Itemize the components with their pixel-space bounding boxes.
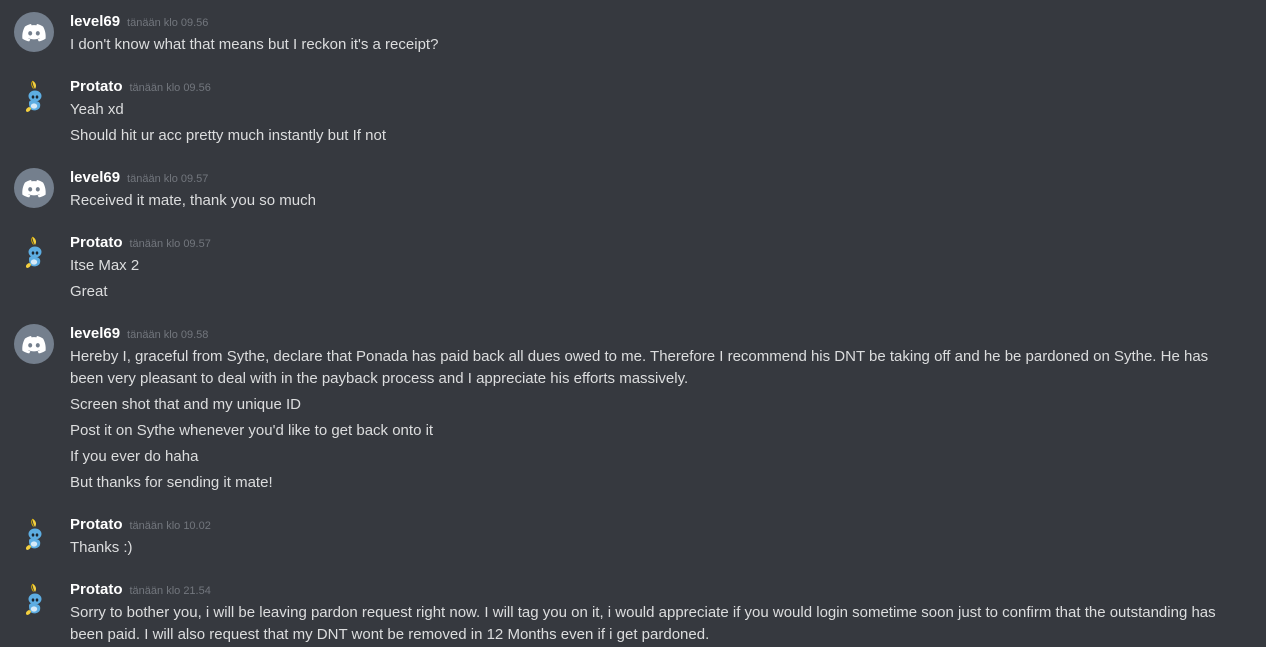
message-content: Yeah xd Should hit ur acc pretty much in… [70,99,1230,151]
timestamp: tänään klo 09.57 [127,173,209,185]
message-header: Protato tänään klo 10.02 [70,515,211,535]
message-line: If you ever do haha [70,448,199,465]
sobble-avatar-icon[interactable] [14,233,54,273]
discord-default-avatar-icon[interactable] [14,324,54,364]
message-content: I don't know what that means but I recko… [70,34,1230,60]
message-line: Itse Max 2 [70,257,140,274]
message-header: level69 tänään klo 09.56 [70,12,208,32]
username[interactable]: Protato [70,234,123,251]
message-header: level69 tänään klo 09.57 [70,168,208,188]
message-line: Screen shot that and my unique ID [70,396,301,413]
username[interactable]: level69 [70,169,120,186]
message-line: Hereby I, graceful from Sythe, declare t… [70,348,1213,387]
timestamp: tänään klo 09.58 [127,329,209,341]
username[interactable]: Protato [70,516,123,533]
message-header: level69 tänään klo 09.58 [70,324,208,344]
message-line: Should hit ur acc pretty much instantly … [70,127,386,144]
message-content: Sorry to bother you, i will be leaving p… [70,602,1230,647]
timestamp: tänään klo 10.02 [129,520,211,532]
sobble-avatar-icon[interactable] [14,77,54,117]
message-line: Received it mate, thank you so much [70,192,316,209]
message-line: But thanks for sending it mate! [70,474,273,491]
discord-default-avatar-icon[interactable] [14,168,54,208]
timestamp: tänään klo 21.54 [129,585,211,597]
message-line: Post it on Sythe whenever you'd like to … [70,422,434,439]
message-line: Sorry to bother you, i will be leaving p… [70,604,1220,643]
chat-message-list: level69 tänään klo 09.56 I don't know wha… [0,0,1266,647]
message-content: Received it mate, thank you so much [70,190,1230,216]
message-content: Thanks :) [70,537,1230,563]
timestamp: tänään klo 09.56 [129,82,211,94]
timestamp: tänään klo 09.56 [127,17,209,29]
message-line: Yeah xd [70,101,124,118]
message-content: Hereby I, graceful from Sythe, declare t… [70,346,1230,498]
message-header: Protato tänään klo 21.54 [70,580,211,600]
sobble-avatar-icon[interactable] [14,580,54,620]
message-header: Protato tänään klo 09.56 [70,77,211,97]
timestamp: tänään klo 09.57 [129,238,211,250]
message-header: Protato tänään klo 09.57 [70,233,211,253]
username[interactable]: Protato [70,581,123,598]
username[interactable]: level69 [70,325,120,342]
message-line: I don't know what that means but I recko… [70,36,439,53]
username[interactable]: level69 [70,13,120,30]
message-content: Itse Max 2 Great [70,255,1230,307]
username[interactable]: Protato [70,78,123,95]
message-line: Thanks :) [70,539,133,556]
message-line: Great [70,283,108,300]
sobble-avatar-icon[interactable] [14,515,54,555]
discord-default-avatar-icon[interactable] [14,12,54,52]
